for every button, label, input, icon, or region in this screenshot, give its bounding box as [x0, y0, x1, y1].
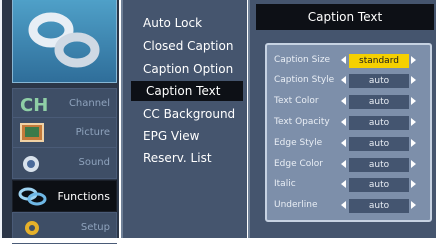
submenu-item-caption-text[interactable]: Caption Text [131, 81, 243, 101]
right-arrow-icon[interactable] [411, 76, 416, 84]
functions-icon [18, 184, 48, 207]
submenu-item-reserv-list[interactable]: Reserv. List [143, 151, 212, 165]
submenu-item-auto-lock[interactable]: Auto Lock [143, 16, 202, 30]
setup-gear-icon [18, 216, 48, 239]
left-menu: CH Channel Picture Sound Functions Setup [2, 0, 119, 244]
setting-row-caption-style[interactable]: Caption Style auto [274, 74, 434, 88]
left-arrow-icon[interactable] [341, 180, 346, 188]
submenu-item-label: Caption Text [146, 84, 221, 98]
setting-label: Caption Size [274, 55, 331, 65]
submenu-item-caption-option[interactable]: Caption Option [143, 62, 233, 76]
setting-row-caption-size[interactable]: Caption Size standard [274, 54, 434, 68]
left-arrow-icon[interactable] [341, 139, 346, 147]
linked-rings-logo [12, 0, 117, 83]
right-arrow-icon[interactable] [411, 118, 416, 126]
submenu-item-closed-caption[interactable]: Closed Caption [143, 39, 233, 53]
settings-box [265, 43, 432, 222]
menu-item-label: Sound [78, 157, 111, 168]
setting-row-text-opacity[interactable]: Text Opacity auto [274, 116, 434, 130]
menu-item-label: Picture [75, 127, 110, 138]
menu-item-channel[interactable]: CH Channel [12, 88, 117, 120]
right-arrow-icon[interactable] [411, 180, 416, 188]
setting-row-underline[interactable]: Underline auto [274, 199, 434, 213]
setting-label: Text Color [274, 96, 319, 106]
setting-label: Edge Color [274, 159, 324, 169]
left-arrow-icon[interactable] [341, 76, 346, 84]
setting-value[interactable]: auto [349, 158, 409, 172]
sound-icon [18, 151, 48, 174]
menu-item-functions[interactable]: Functions [12, 180, 117, 212]
setting-row-text-color[interactable]: Text Color auto [274, 95, 434, 109]
setting-label: Italic [274, 179, 296, 189]
setting-label: Text Opacity [274, 117, 330, 127]
left-arrow-icon[interactable] [341, 160, 346, 168]
screen-bottom-edge [0, 238, 440, 243]
menu-item-sound[interactable]: Sound [12, 147, 117, 179]
left-arrow-icon[interactable] [341, 201, 346, 209]
setting-label: Underline [274, 200, 318, 210]
setting-label: Edge Style [274, 138, 323, 148]
picture-icon [18, 121, 48, 144]
setting-value[interactable]: auto [349, 178, 409, 192]
setting-row-edge-style[interactable]: Edge Style auto [274, 137, 434, 151]
right-arrow-icon[interactable] [411, 160, 416, 168]
menu-item-picture[interactable]: Picture [12, 117, 117, 149]
left-arrow-icon[interactable] [341, 56, 346, 64]
left-arrow-icon[interactable] [341, 118, 346, 126]
setting-value[interactable]: auto [349, 137, 409, 151]
setting-value[interactable]: auto [349, 74, 409, 88]
setting-label: Caption Style [274, 75, 335, 85]
right-arrow-icon[interactable] [411, 139, 416, 147]
setting-value[interactable]: standard [349, 54, 409, 68]
setting-row-edge-color[interactable]: Edge Color auto [274, 158, 434, 172]
right-arrow-icon[interactable] [411, 56, 416, 64]
linked-rings-icon [28, 12, 100, 68]
functions-submenu [121, 0, 247, 243]
submenu-item-cc-background[interactable]: CC Background [143, 107, 235, 121]
setting-row-italic[interactable]: Italic auto [274, 178, 434, 192]
menu-item-label: Functions [57, 190, 110, 203]
setting-value[interactable]: auto [349, 116, 409, 130]
right-arrow-icon[interactable] [411, 97, 416, 105]
setting-value[interactable]: auto [349, 199, 409, 213]
menu-item-label: Setup [80, 222, 110, 233]
left-arrow-icon[interactable] [341, 97, 346, 105]
right-arrow-icon[interactable] [411, 201, 416, 209]
setting-value[interactable]: auto [349, 95, 409, 109]
panel-title: Caption Text [256, 4, 434, 30]
tv-osd-screen: CH Channel Picture Sound Functions Setup… [0, 0, 440, 244]
svg-text:CH: CH [20, 95, 48, 116]
menu-item-label: Channel [68, 98, 110, 109]
channel-ch-icon: CH [18, 92, 48, 116]
submenu-item-epg-view[interactable]: EPG View [143, 129, 199, 143]
